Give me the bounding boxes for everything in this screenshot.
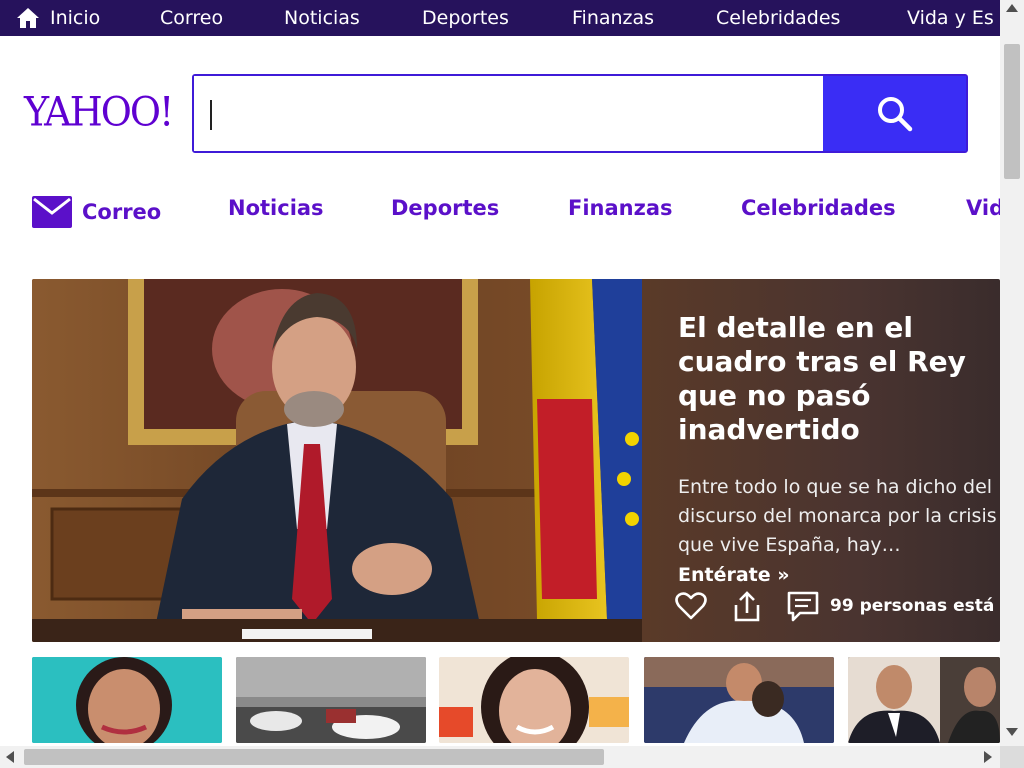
home-icon xyxy=(17,8,39,28)
topnav-item-noticias[interactable]: Noticias xyxy=(284,0,360,36)
scroll-left-icon[interactable] xyxy=(6,751,14,763)
scrollbar-corner xyxy=(1000,746,1024,768)
vertical-scrollbar[interactable] xyxy=(1000,0,1024,746)
thumbnail-image xyxy=(848,657,1000,743)
topnav-label: Celebridades xyxy=(716,7,841,29)
yahoo-logo[interactable]: YAHOO! xyxy=(24,89,174,135)
share-icon[interactable] xyxy=(730,589,764,623)
hero-story[interactable]: El detalle en el cuadro tras el Rey que … xyxy=(32,279,1000,642)
topnav-label: Deportes xyxy=(422,7,509,29)
thumbnail-story[interactable] xyxy=(236,657,426,743)
thumbnail-story[interactable] xyxy=(439,657,629,743)
secnav-label: Vid xyxy=(966,196,1000,220)
search-input[interactable] xyxy=(194,76,823,151)
hero-cta-link[interactable]: Entérate » xyxy=(678,564,1000,586)
secnav-label: Noticias xyxy=(228,196,324,220)
search-box xyxy=(192,74,968,153)
thumbnail-story[interactable] xyxy=(848,657,1000,743)
secondary-nav: Correo Noticias Deportes Finanzas Celebr… xyxy=(0,190,1000,234)
topnav-item-deportes[interactable]: Deportes xyxy=(422,0,509,36)
search-icon xyxy=(878,96,913,131)
topnav-item-inicio[interactable]: Inicio xyxy=(16,0,100,36)
horizontal-scrollbar[interactable] xyxy=(0,746,1000,768)
secnav-label: Correo xyxy=(82,200,162,224)
hero-title[interactable]: El detalle en el cuadro tras el Rey que … xyxy=(678,311,988,447)
scroll-right-icon[interactable] xyxy=(984,751,992,763)
secnav-label: Deportes xyxy=(391,196,500,220)
secnav-item-correo[interactable]: Correo xyxy=(32,196,161,228)
reaction-count[interactable]: 99 personas está xyxy=(830,596,994,616)
horizontal-scroll-thumb[interactable] xyxy=(24,749,604,765)
secnav-label: Finanzas xyxy=(568,196,673,220)
topnav-label: Correo xyxy=(160,7,224,29)
thumbnail-image xyxy=(236,657,426,743)
hero-image[interactable] xyxy=(32,279,644,642)
topnav-label: Finanzas xyxy=(572,7,655,29)
heart-icon[interactable] xyxy=(674,589,708,623)
topnav-item-correo[interactable]: Correo xyxy=(160,0,223,36)
comment-icon[interactable] xyxy=(786,589,820,623)
mail-icon xyxy=(32,196,72,228)
hero-summary: Entre todo lo que se ha dicho del discur… xyxy=(678,476,997,556)
topnav-label: Vida y Es xyxy=(907,7,994,29)
secnav-item-celebridades[interactable]: Celebridades xyxy=(741,196,896,220)
top-navbar: Inicio Correo Noticias Deportes Finanzas… xyxy=(0,0,1000,36)
thumbnail-image xyxy=(32,657,222,743)
scroll-down-icon[interactable] xyxy=(1006,728,1018,736)
thumbnail-story[interactable] xyxy=(32,657,222,743)
topnav-label: Noticias xyxy=(284,7,360,29)
hero-actions: 99 personas está xyxy=(674,589,994,623)
vertical-scroll-thumb[interactable] xyxy=(1004,44,1020,179)
topnav-label: Inicio xyxy=(50,7,101,29)
secnav-item-finanzas[interactable]: Finanzas xyxy=(568,196,673,220)
secnav-item-deportes[interactable]: Deportes xyxy=(391,196,499,220)
secnav-item-vida[interactable]: Vid xyxy=(966,196,1000,220)
search-button[interactable] xyxy=(823,76,966,151)
secnav-item-noticias[interactable]: Noticias xyxy=(228,196,324,220)
thumbnail-image xyxy=(439,657,629,743)
scroll-up-icon[interactable] xyxy=(1006,4,1018,12)
hero-text-panel: El detalle en el cuadro tras el Rey que … xyxy=(642,279,1000,642)
text-caret xyxy=(210,100,212,130)
topnav-item-celebridades[interactable]: Celebridades xyxy=(716,0,840,36)
thumbnail-story[interactable] xyxy=(644,657,834,743)
thumbnail-image xyxy=(644,657,834,743)
topnav-item-finanzas[interactable]: Finanzas xyxy=(572,0,654,36)
topnav-item-vida-y-estilo[interactable]: Vida y Es xyxy=(907,0,994,36)
secnav-label: Celebridades xyxy=(741,196,896,220)
